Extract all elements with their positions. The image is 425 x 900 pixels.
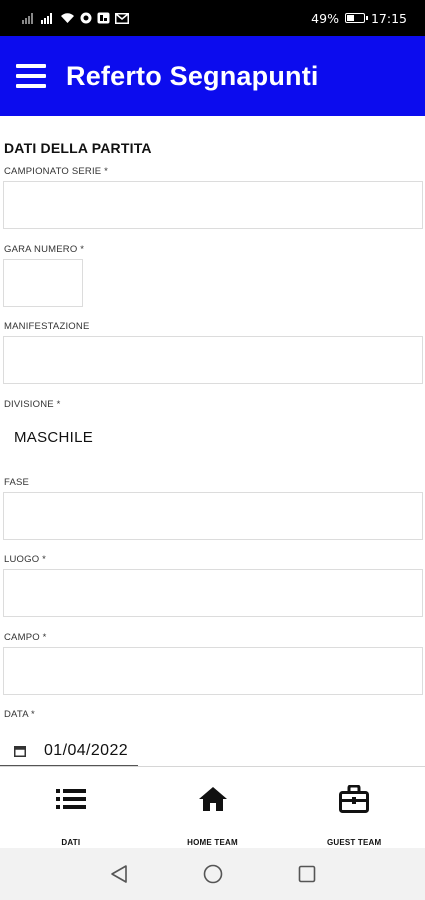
campionato-input[interactable] [3, 181, 423, 229]
gara-numero-input[interactable] [3, 259, 83, 307]
battery-icon [344, 13, 368, 23]
app-notification-icon [97, 12, 110, 24]
fase-input[interactable] [3, 492, 423, 540]
nav-item-home-team[interactable]: HOME TEAM [142, 767, 284, 848]
home-circle-icon[interactable] [202, 863, 224, 885]
nav-item-guest-team[interactable]: GUEST TEAM [283, 767, 425, 848]
date-value: 01/04/2022 [44, 742, 129, 759]
campionato-label: CAMPIONATO SERIE * [4, 166, 109, 177]
nav-label-dati: DATI [61, 838, 81, 847]
data-label: DATA * [4, 709, 35, 720]
bottom-navigation: DATI HOME TEAM GUEST TEAM [0, 766, 425, 848]
app-title: Referto Segnapunti [66, 60, 319, 91]
divisione-label: DIVISIONE * [4, 399, 61, 410]
nav-label-guest-team: GUEST TEAM [326, 838, 382, 847]
briefcase-icon [338, 783, 370, 815]
luogo-label: LUOGO * [4, 554, 47, 565]
list-icon [55, 783, 87, 815]
wifi-icon [60, 12, 75, 24]
battery-fill [346, 15, 355, 21]
nav-label-home-team: HOME TEAM [187, 838, 238, 847]
status-icons-right: 49% 17:15 [311, 11, 407, 26]
back-icon[interactable] [108, 863, 130, 885]
date-field[interactable]: 01/04/2022 [0, 736, 425, 766]
mail-icon [115, 12, 129, 24]
divisione-select[interactable]: MASCHILE [14, 429, 93, 446]
campo-label: CAMPO * [4, 632, 47, 643]
fase-label: FASE [4, 477, 30, 488]
section-title: DATI DELLA PARTITA [4, 140, 152, 156]
app-bar: Referto Segnapunti [0, 36, 425, 116]
manifestazione-label: MANIFESTAZIONE [4, 321, 90, 332]
clock: 17:15 [370, 10, 407, 26]
system-navigation-bar [0, 848, 425, 900]
battery-percent: 49% [311, 10, 339, 26]
campo-input[interactable] [3, 647, 423, 695]
nav-item-dati[interactable]: DATI [0, 767, 142, 848]
calendar-icon[interactable] [14, 745, 26, 757]
signal-icon [41, 12, 55, 24]
hamburger-menu-icon[interactable] [16, 64, 46, 88]
notification-icon [80, 12, 92, 24]
status-bar: 49% 17:15 [0, 0, 425, 36]
recents-icon[interactable] [296, 863, 318, 885]
match-data-form: DATI DELLA PARTITA CAMPIONATO SERIE * GA… [0, 116, 425, 766]
sim-signal-icon [22, 12, 36, 24]
home-icon [197, 783, 229, 815]
luogo-input[interactable] [3, 569, 423, 617]
gara-numero-label: GARA NUMERO * [4, 244, 85, 255]
status-icons-left [22, 12, 129, 24]
manifestazione-input[interactable] [3, 336, 423, 384]
